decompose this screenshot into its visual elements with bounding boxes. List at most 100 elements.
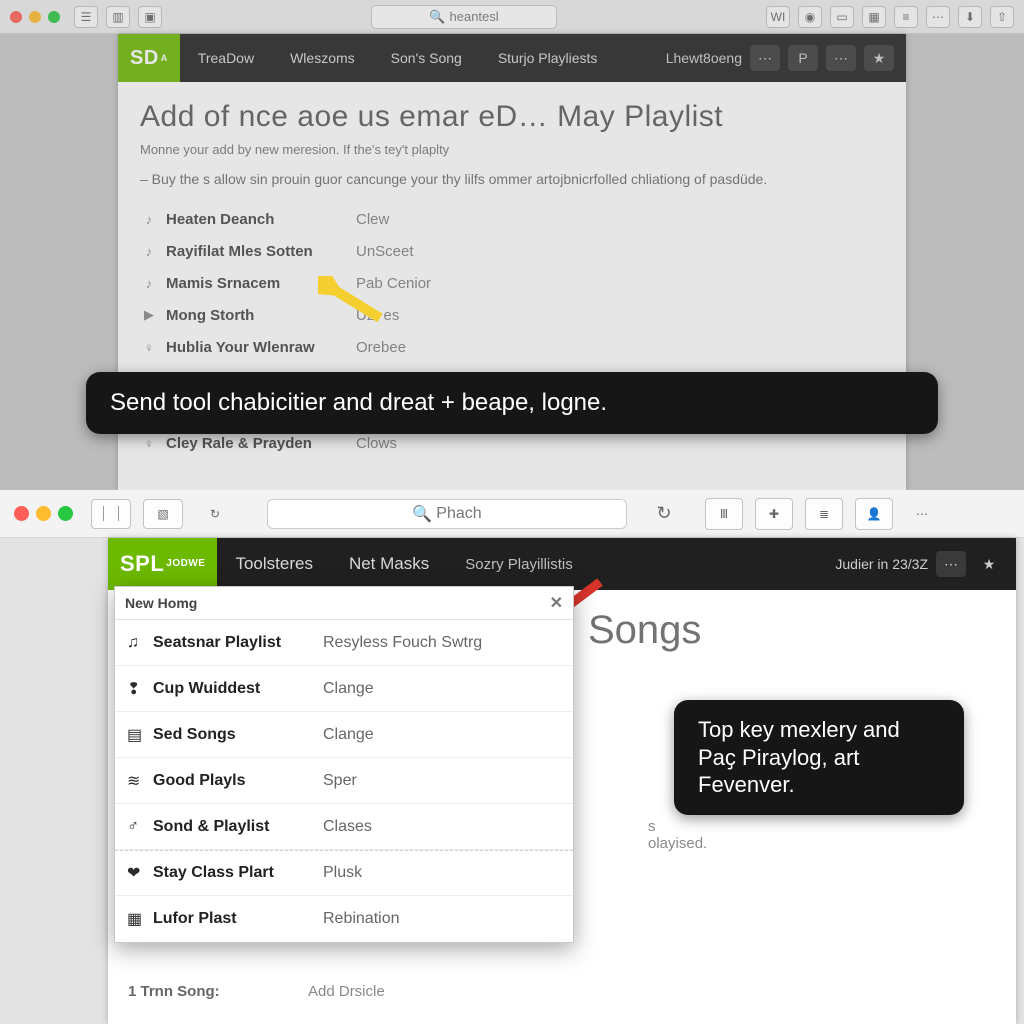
toolbar-columns-icon[interactable]: Ⅲ <box>705 498 743 530</box>
popup-item-icon: ❢ <box>127 679 153 699</box>
row-value: Pab Cenior <box>356 275 431 292</box>
nav-p-icon[interactable]: P <box>788 45 818 71</box>
popup-header: New Homg ✕ <box>115 587 573 620</box>
popup-item-value: Clange <box>323 680 374 698</box>
browser-chrome-top: ☰ ▥ ▣ 🔍 heantesl WI ◉ ▭ ▦ ≡ ⋯ ⬇ ⇧ <box>0 0 1024 34</box>
popup-item[interactable]: ♂Sond & PlaylistClases <box>115 804 573 850</box>
nav-star-icon[interactable]: ★ <box>974 551 1004 577</box>
list-item[interactable]: ♪Heaten DeanchClew <box>140 203 884 235</box>
page-subtitle: Monne your add by new meresion. If the's… <box>140 142 884 157</box>
popup-item[interactable]: ❤Stay Class PlartPlusk <box>115 850 573 896</box>
nav-star-icon[interactable]: ★ <box>864 45 894 71</box>
popup-item-icon: ≋ <box>127 771 153 791</box>
logo-main: SPL <box>120 551 164 577</box>
search-icon: 🔍 <box>429 9 445 25</box>
popup-item-icon: ❤ <box>127 863 153 883</box>
row-icon: ♪ <box>140 276 158 291</box>
nav-treadow[interactable]: TreaDow <box>180 34 272 82</box>
tooltip-bottom: Top key mexlery and Paҫ Piraylog, art Fe… <box>674 700 964 815</box>
close-dot[interactable] <box>14 506 29 521</box>
popup-item[interactable]: ▤Sed SongsClange <box>115 712 573 758</box>
nav-net-masks[interactable]: Net Masks <box>331 540 447 588</box>
tabs-icon[interactable]: ▥ <box>106 6 130 28</box>
nav-more-icon[interactable]: ⋯ <box>750 45 780 71</box>
nav-wleszoms[interactable]: Wleszoms <box>272 34 373 82</box>
popup-item-icon: ▤ <box>127 725 153 745</box>
toolbar-globe-icon[interactable]: ◉ <box>798 6 822 28</box>
nav-sturjo-playlists[interactable]: Sturjo Playliests <box>480 34 616 82</box>
nav-right-label[interactable]: Lhewt8oeng <box>666 50 742 66</box>
row-name: Rayifilat Mles Sotten <box>166 243 356 260</box>
search-icon: 🔍 <box>412 504 432 524</box>
nav-right-label[interactable]: Judier in 23/3Z <box>835 556 928 572</box>
popup-item[interactable]: ♫Seatsnar PlaylistResyless Fouch Swtrg <box>115 620 573 666</box>
panel-toggle-icon[interactable]: ｜｜ <box>91 499 131 529</box>
logo-sub: A <box>161 54 168 63</box>
list-item[interactable]: ♀Hublia Your WlenrawOrebee <box>140 331 884 363</box>
toolbar-more-icon[interactable]: ⋯ <box>926 6 950 28</box>
popup-item[interactable]: ▦Lufor PlastRebination <box>115 896 573 942</box>
reload-icon[interactable]: ↻ <box>647 499 681 529</box>
toolbar-download-icon[interactable]: ⬇ <box>958 6 982 28</box>
address-bar[interactable]: 🔍 heantesl <box>371 5 558 29</box>
popup-item-value: Clases <box>323 818 372 836</box>
toolbar-more-icon[interactable]: ⋯ <box>905 498 939 530</box>
toolbar-add-icon[interactable]: ✚ <box>755 498 793 530</box>
songs-area: Songs ✎ s olayised. <box>588 608 701 653</box>
popup-item-value: Plusk <box>323 864 362 882</box>
row-icon: ♀ <box>140 340 158 355</box>
list-item-value: Add Drsicle <box>308 983 385 1000</box>
row-name: Heaten Deanch <box>166 211 356 228</box>
zoom-dot[interactable] <box>48 11 60 23</box>
nav-sozry-playlists[interactable]: Sozry Playillistis <box>447 540 591 588</box>
popup-item-value: Resyless Fouch Swtrg <box>323 634 482 652</box>
list-item[interactable]: ♪Mamis SrnacemPab Cenior <box>140 267 884 299</box>
site-logo[interactable]: SD A <box>118 34 180 82</box>
close-dot[interactable] <box>10 11 22 23</box>
nav-overflow-icon[interactable]: ⋯ <box>826 45 856 71</box>
toolbar-profile-icon[interactable]: 👤 <box>855 498 893 530</box>
popup-item-icon: ▦ <box>127 909 153 929</box>
site-logo[interactable]: SPL JODWE <box>108 538 217 590</box>
site-navbar-top: SD A TreaDow Wleszoms Son's Song Sturjo … <box>118 34 906 82</box>
row-name: Mong Storth <box>166 307 356 324</box>
image-icon[interactable]: ▧ <box>143 499 183 529</box>
popup-item-value: Clange <box>323 726 374 744</box>
popup-item-icon: ♂ <box>127 818 153 836</box>
row-name: Hublia Your Wlenraw <box>166 339 356 356</box>
panel-icon[interactable]: ▣ <box>138 6 162 28</box>
row-value: UnSceet <box>356 243 414 260</box>
list-item[interactable]: ▶Mong StorthUzr es <box>140 299 884 331</box>
minimize-dot[interactable] <box>36 506 51 521</box>
history-icon[interactable]: ↻ <box>195 499 235 529</box>
nav-more-icon[interactable]: ⋯ <box>936 551 966 577</box>
bottom-list: 1 Trnn Song: Add Drsicle <box>128 976 385 1006</box>
list-item[interactable]: 1 Trnn Song: Add Drsicle <box>128 976 385 1006</box>
popup-item-name: Lufor Plast <box>153 910 323 928</box>
toolbar-list-icon[interactable]: ≡ <box>894 6 918 28</box>
toolbar-list-icon[interactable]: ≣ <box>805 498 843 530</box>
nav-sons-song[interactable]: Son's Song <box>373 34 480 82</box>
row-value: Uzr es <box>356 307 399 324</box>
popup-item[interactable]: ❢Cup WuiddestClange <box>115 666 573 712</box>
popup-item[interactable]: ≋Good PlaylsSper <box>115 758 573 804</box>
browser-chrome-bottom: ｜｜ ▧ ↻ 🔍 Phach ↻ Ⅲ ✚ ≣ 👤 ⋯ <box>0 490 1024 538</box>
close-icon[interactable]: ✕ <box>550 593 563 613</box>
nav-toolsteres[interactable]: Toolsteres <box>217 540 330 588</box>
popup-item-value: Sper <box>323 772 357 790</box>
sidebar-toggle-icon[interactable]: ☰ <box>74 6 98 28</box>
zoom-dot[interactable] <box>58 506 73 521</box>
list-item[interactable]: ♪Rayifilat Mles SottenUnSceet <box>140 235 884 267</box>
toolbar-wi-icon[interactable]: WI <box>766 6 790 28</box>
row-icon: ♀ <box>140 436 158 451</box>
toolbar-share-icon[interactable]: ⇧ <box>990 6 1014 28</box>
songs-heading: Songs <box>588 608 701 653</box>
popup-item-name: Seatsnar Playlist <box>153 634 323 652</box>
row-name: Cley Rale & Prayden <box>166 435 356 452</box>
popup-item-name: Good Playls <box>153 772 323 790</box>
toolbar-book-icon[interactable]: ▭ <box>830 6 854 28</box>
toolbar-grid-icon[interactable]: ▦ <box>862 6 886 28</box>
logo-sub: JODWE <box>166 559 205 569</box>
minimize-dot[interactable] <box>29 11 41 23</box>
address-bar[interactable]: 🔍 Phach <box>267 499 627 529</box>
